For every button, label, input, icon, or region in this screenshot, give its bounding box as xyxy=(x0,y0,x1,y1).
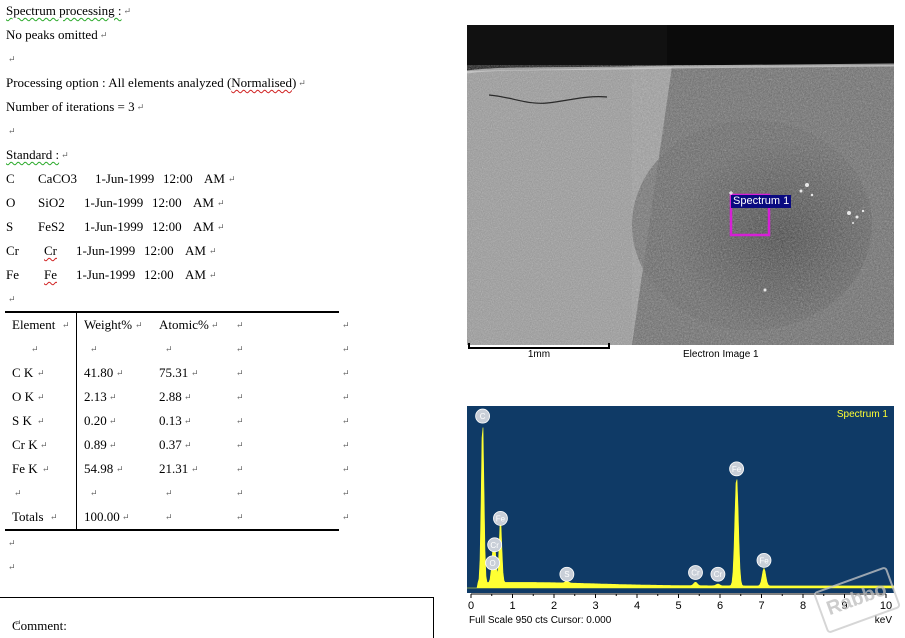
peak-label: Fe xyxy=(729,461,745,477)
x-tick-label: 8 xyxy=(800,600,806,612)
processing-option-text: Processing option : All elements analyze… xyxy=(6,75,306,90)
empty-paragraph: ↵ xyxy=(8,562,16,572)
x-tick-label: 0 xyxy=(468,600,474,612)
empty-paragraph: ↵ xyxy=(8,126,16,136)
x-tick-label: 1 xyxy=(509,600,515,612)
svg-text:Fe: Fe xyxy=(759,556,769,565)
peak-label: Fe xyxy=(493,511,508,526)
spectrum-trace xyxy=(467,427,894,589)
x-tick-label: 2 xyxy=(551,600,557,612)
electron-image: Spectrum 1 xyxy=(467,25,894,345)
x-tick-label: 7 xyxy=(758,600,764,612)
svg-text:O: O xyxy=(489,559,495,568)
svg-text:S: S xyxy=(564,570,569,579)
electron-image-caption: Electron Image 1 xyxy=(683,349,759,360)
svg-text:Cr: Cr xyxy=(714,570,723,579)
x-tick-label: 4 xyxy=(634,600,640,612)
eds-spectrum: Spectrum 1 C O Cr Fe S Cr Cr Fe Fe xyxy=(467,406,894,593)
x-tick-label: 3 xyxy=(592,600,598,612)
x-tick-label: 6 xyxy=(717,600,723,612)
spectrum-footer: Full Scale 950 cts Cursor: 0.000 xyxy=(469,615,612,626)
peak-label: Cr xyxy=(710,566,726,582)
x-axis-unit: keV xyxy=(874,615,892,626)
empty-paragraph: ↵ xyxy=(8,294,16,304)
spectrum-region-label: Spectrum 1 xyxy=(731,195,792,208)
peak-label: O xyxy=(485,555,500,571)
peak-label: Cr xyxy=(487,537,503,553)
empty-paragraph: ↵ xyxy=(8,538,16,548)
svg-text:Cr: Cr xyxy=(691,568,700,577)
table-top-rule xyxy=(5,311,339,313)
svg-text:Fe: Fe xyxy=(496,514,506,523)
spectrum-plot: C O Cr Fe S Cr Cr Fe Fe xyxy=(467,408,894,589)
table-divider xyxy=(76,312,77,530)
peak-label: C xyxy=(475,408,491,424)
svg-text:Fe: Fe xyxy=(732,465,742,474)
comment-box[interactable]: Comment: ↵ xyxy=(0,597,434,638)
standard-heading: Standard : ↵ xyxy=(6,147,69,162)
no-peaks-text: No peaks omitted ↵ xyxy=(6,27,108,42)
empty-paragraph: ↵ xyxy=(8,54,16,64)
scale-bar-label: 1mm xyxy=(527,349,551,360)
peak-label: Cr xyxy=(688,565,703,580)
peak-label: S xyxy=(559,566,575,582)
svg-text:Cr: Cr xyxy=(490,541,499,550)
x-tick-label: 5 xyxy=(675,600,681,612)
electron-image-graphic xyxy=(467,25,894,345)
svg-text:C: C xyxy=(480,412,486,421)
table-bottom-rule xyxy=(5,529,339,531)
spectrum-processing-heading: Spectrum processing : ↵ xyxy=(6,3,132,18)
peak-label: Fe xyxy=(756,552,772,568)
iterations-text: Number of iterations = 3 ↵ xyxy=(6,99,145,114)
